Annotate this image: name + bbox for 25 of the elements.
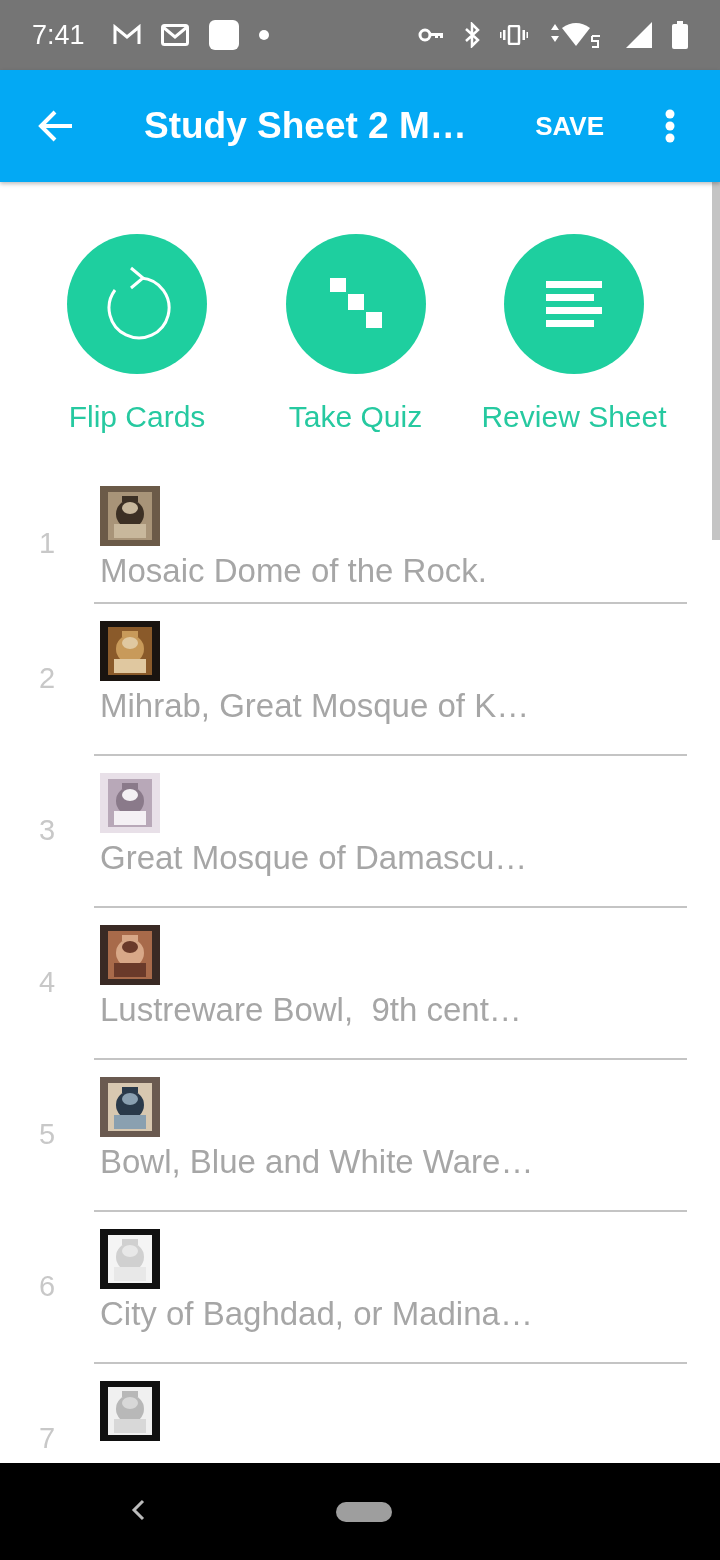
battery-icon — [672, 21, 688, 49]
lines-icon — [546, 281, 602, 327]
item-title[interactable]: Mosaic Dome of the Rock. — [100, 552, 687, 590]
signal-icon — [626, 22, 652, 48]
bluetooth-icon — [464, 22, 480, 48]
item-title[interactable]: City of Baghdad, or Madina… — [100, 1295, 687, 1333]
mail-icon — [160, 24, 189, 46]
mode-button[interactable]: Take Quiz — [246, 234, 465, 434]
vibrate-icon — [500, 25, 528, 45]
home-button[interactable] — [336, 1501, 392, 1522]
mode-button[interactable]: Flip Cards — [28, 234, 246, 434]
item-title[interactable]: Lustreware Bowl, 9th cent… — [100, 991, 687, 1029]
item-title[interactable]: Bowl, Blue and White Ware… — [100, 1143, 687, 1181]
item-title[interactable]: Mihrab, Great Mosque of K… — [100, 687, 687, 725]
key-icon — [418, 27, 444, 43]
dot-icon — [258, 30, 269, 40]
item-title[interactable]: Great Mosque of Damascu… — [100, 839, 687, 877]
mode-button[interactable]: Review Sheet — [465, 234, 683, 434]
app-icon — [208, 20, 239, 50]
status-time: 7:41 — [32, 19, 85, 51]
screen-title: Study Sheet 2 M… — [144, 105, 468, 147]
save-button[interactable]: SAVE — [525, 98, 614, 154]
mail-icon — [112, 24, 141, 46]
squares-icon — [329, 278, 382, 330]
arrow-left-icon — [38, 110, 74, 142]
